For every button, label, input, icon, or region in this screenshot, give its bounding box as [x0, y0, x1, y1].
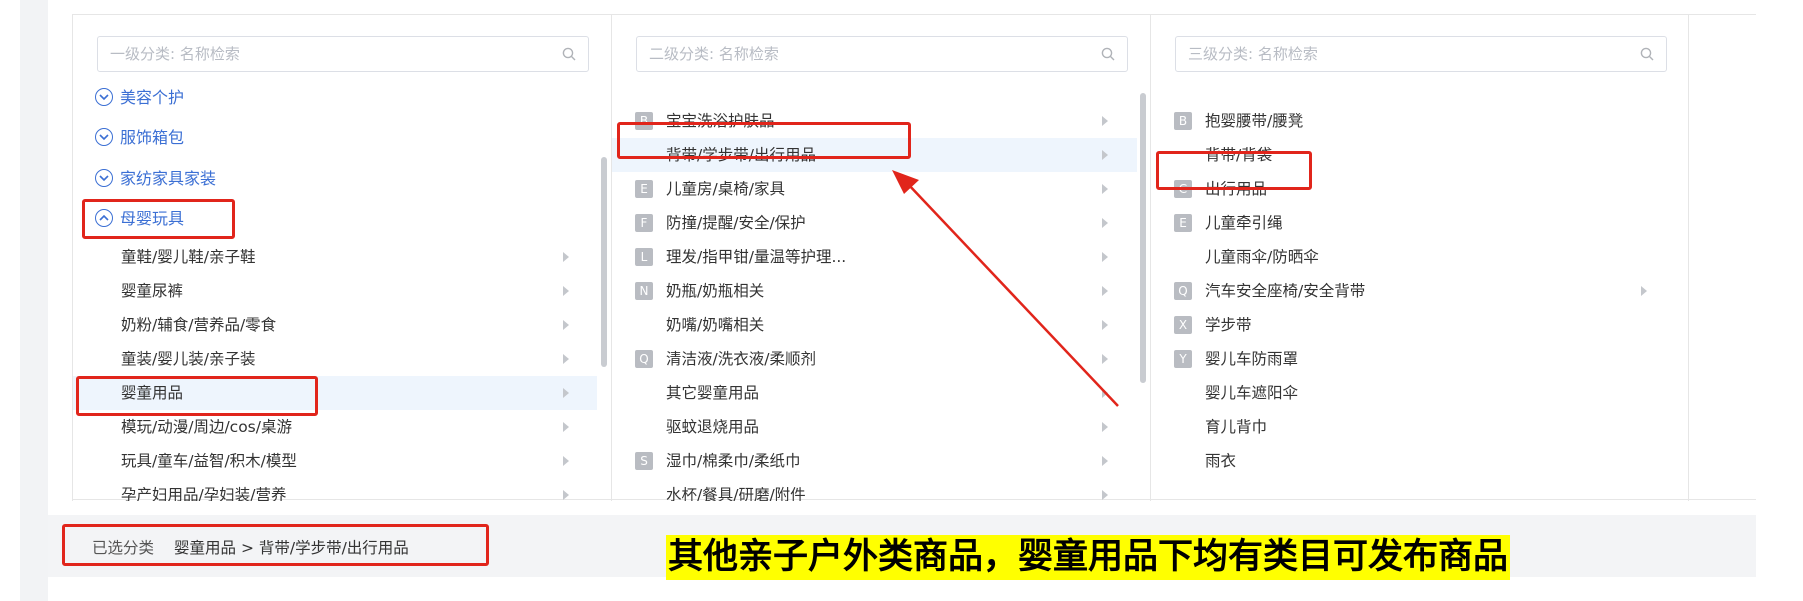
arrow-line — [906, 182, 1119, 407]
annotation-arrow — [892, 170, 1119, 407]
